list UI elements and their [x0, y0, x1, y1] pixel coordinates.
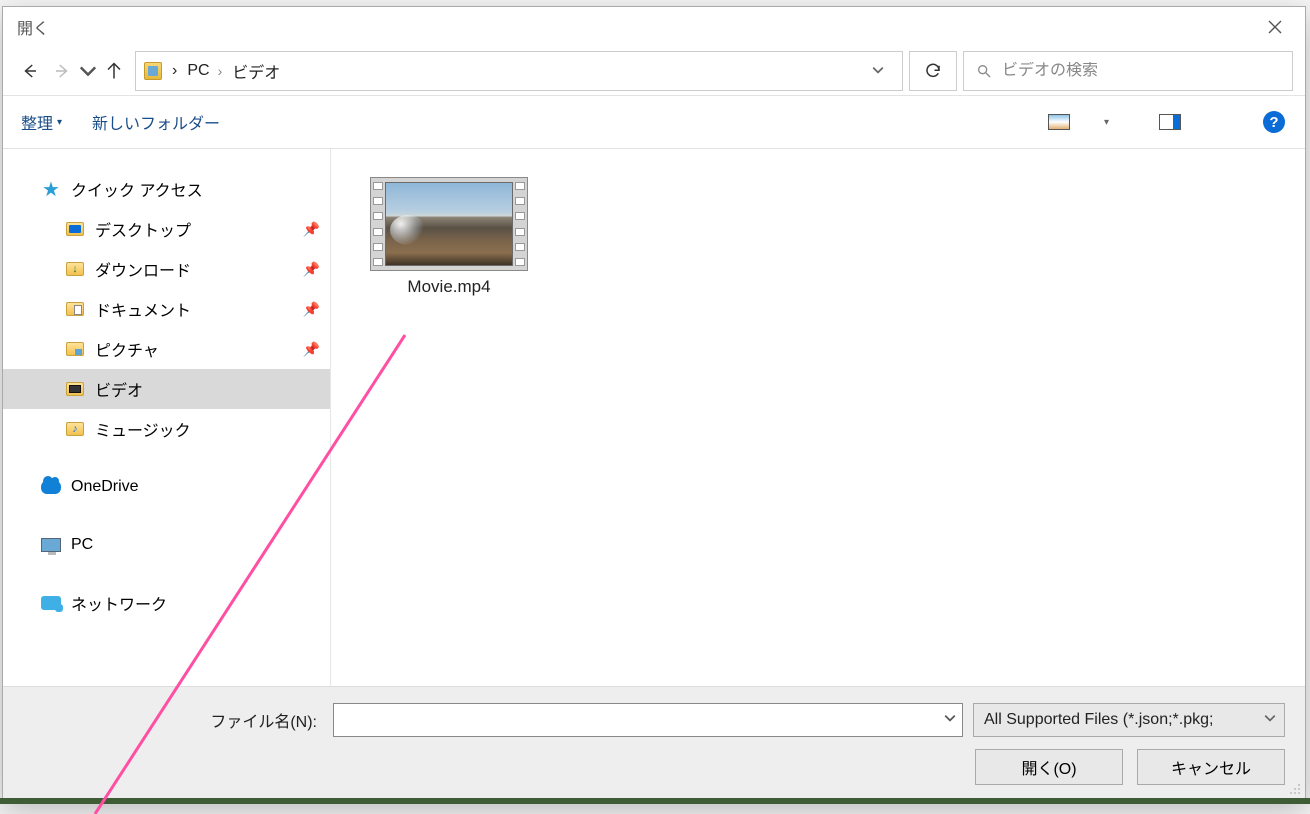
folder-icon: [66, 382, 84, 396]
pin-icon: 📌: [303, 261, 320, 278]
tree-item-label: ミュージック: [95, 417, 191, 441]
nav-bar: › PC › ビデオ: [3, 47, 1305, 95]
refresh-icon: [924, 62, 942, 80]
filetype-label: All Supported Files (*.json;*.pkg;: [984, 711, 1213, 729]
pin-icon: 📌: [303, 221, 320, 238]
tree-item-pictures[interactable]: ピクチャ 📌: [3, 329, 330, 369]
breadcrumb-segment-videos[interactable]: ビデオ: [232, 59, 280, 83]
open-button[interactable]: 開く(O): [975, 749, 1123, 785]
view-mode-dropdown[interactable]: ▾: [1104, 117, 1109, 128]
help-icon: ?: [1263, 111, 1285, 133]
filename-label: ファイル名(N):: [23, 708, 323, 732]
preview-pane-button[interactable]: [1157, 109, 1183, 135]
title-bar: 開く: [3, 7, 1305, 47]
star-icon: ★: [41, 179, 61, 199]
tree-item-desktop[interactable]: デスクトップ 📌: [3, 209, 330, 249]
chevron-down-icon: [872, 64, 884, 76]
window-title: 開く: [17, 15, 49, 39]
chevron-down-icon: [79, 62, 97, 80]
cancel-button[interactable]: キャンセル: [1137, 749, 1285, 785]
tree-item-pc[interactable]: PC: [3, 525, 330, 565]
new-folder-button[interactable]: 新しいフォルダー: [92, 110, 220, 134]
filetype-dropdown-icon: [1264, 711, 1276, 729]
pin-icon: 📌: [303, 301, 320, 318]
nav-recent-dropdown[interactable]: [79, 56, 97, 86]
folder-icon: [66, 302, 84, 316]
tree-item-label: ビデオ: [95, 377, 143, 401]
thumbnail-view-icon: [1048, 114, 1070, 130]
resize-grip-icon: [1288, 782, 1302, 796]
search-icon: [976, 63, 992, 79]
search-box[interactable]: [963, 51, 1293, 91]
folder-icon: [66, 422, 84, 436]
breadcrumb[interactable]: › PC › ビデオ: [135, 51, 903, 91]
arrow-up-icon: [105, 62, 123, 80]
tree-item-label: PC: [71, 536, 93, 554]
file-name: Movie.mp4: [359, 277, 539, 297]
nav-arrows: [15, 56, 129, 86]
location-icon: [144, 62, 162, 80]
refresh-button[interactable]: [909, 51, 957, 91]
folder-icon: [66, 222, 84, 236]
caret-down-icon: ▾: [57, 117, 62, 128]
dialog-body: ★ クイック アクセス デスクトップ 📌 ダウンロード 📌 ドキュメント 📌 ピ…: [3, 149, 1305, 686]
tree-item-label: ダウンロード: [95, 257, 191, 281]
filename-input[interactable]: [334, 704, 936, 736]
breadcrumb-dropdown[interactable]: [862, 59, 894, 83]
help-button[interactable]: ?: [1261, 109, 1287, 135]
folder-icon: [66, 342, 84, 356]
tree-item-documents[interactable]: ドキュメント 📌: [3, 289, 330, 329]
file-item[interactable]: Movie.mp4: [359, 177, 539, 297]
resize-grip[interactable]: [1288, 782, 1302, 796]
tree-item-music[interactable]: ミュージック: [3, 409, 330, 449]
pc-icon: [41, 538, 61, 552]
nav-back-button[interactable]: [15, 56, 45, 86]
video-thumbnail-icon: [370, 177, 528, 271]
arrow-right-icon: [53, 62, 71, 80]
network-icon: [41, 596, 61, 610]
nav-up-button[interactable]: [99, 56, 129, 86]
open-file-dialog: 開く › PC ›: [2, 6, 1306, 800]
close-icon: [1268, 20, 1282, 34]
chevron-right-icon: ›: [218, 63, 223, 79]
tree-item-onedrive[interactable]: OneDrive: [3, 467, 330, 507]
filename-combobox[interactable]: [333, 703, 963, 737]
tree-item-label: ドキュメント: [95, 297, 191, 321]
search-input[interactable]: [1002, 62, 1280, 80]
nav-forward-button[interactable]: [47, 56, 77, 86]
tree-item-downloads[interactable]: ダウンロード 📌: [3, 249, 330, 289]
tree-item-label: OneDrive: [71, 478, 139, 496]
organize-button[interactable]: 整理 ▾: [21, 110, 62, 134]
view-mode-button[interactable]: [1046, 109, 1072, 135]
navigation-pane: ★ クイック アクセス デスクトップ 📌 ダウンロード 📌 ドキュメント 📌 ピ…: [3, 149, 331, 686]
tree-item-label: ピクチャ: [95, 337, 159, 361]
filename-dropdown[interactable]: [944, 711, 956, 727]
onedrive-icon: [41, 480, 61, 494]
tree-item-network[interactable]: ネットワーク: [3, 583, 330, 623]
dialog-footer: ファイル名(N): All Supported Files (*.json;*.…: [3, 686, 1305, 799]
folder-icon: [66, 262, 84, 276]
arrow-left-icon: [21, 62, 39, 80]
toolbar: 整理 ▾ 新しいフォルダー ▾ ?: [3, 95, 1305, 149]
close-button[interactable]: [1255, 12, 1295, 42]
chevron-down-icon: [944, 712, 956, 724]
window-shadow-edge: [0, 798, 1310, 804]
chevron-down-icon: [1264, 712, 1276, 724]
tree-item-videos[interactable]: ビデオ: [3, 369, 330, 409]
tree-item-label: デスクトップ: [95, 217, 191, 241]
breadcrumb-sep: ›: [172, 62, 177, 80]
tree-item-label: クイック アクセス: [71, 177, 203, 201]
preview-pane-icon: [1159, 114, 1181, 130]
tree-item-quick-access[interactable]: ★ クイック アクセス: [3, 169, 330, 209]
tree-item-label: ネットワーク: [71, 591, 167, 615]
pin-icon: 📌: [303, 341, 320, 358]
breadcrumb-segment-pc[interactable]: PC ›: [187, 62, 222, 80]
file-list[interactable]: Movie.mp4: [331, 149, 1305, 686]
filetype-select[interactable]: All Supported Files (*.json;*.pkg;: [973, 703, 1285, 737]
